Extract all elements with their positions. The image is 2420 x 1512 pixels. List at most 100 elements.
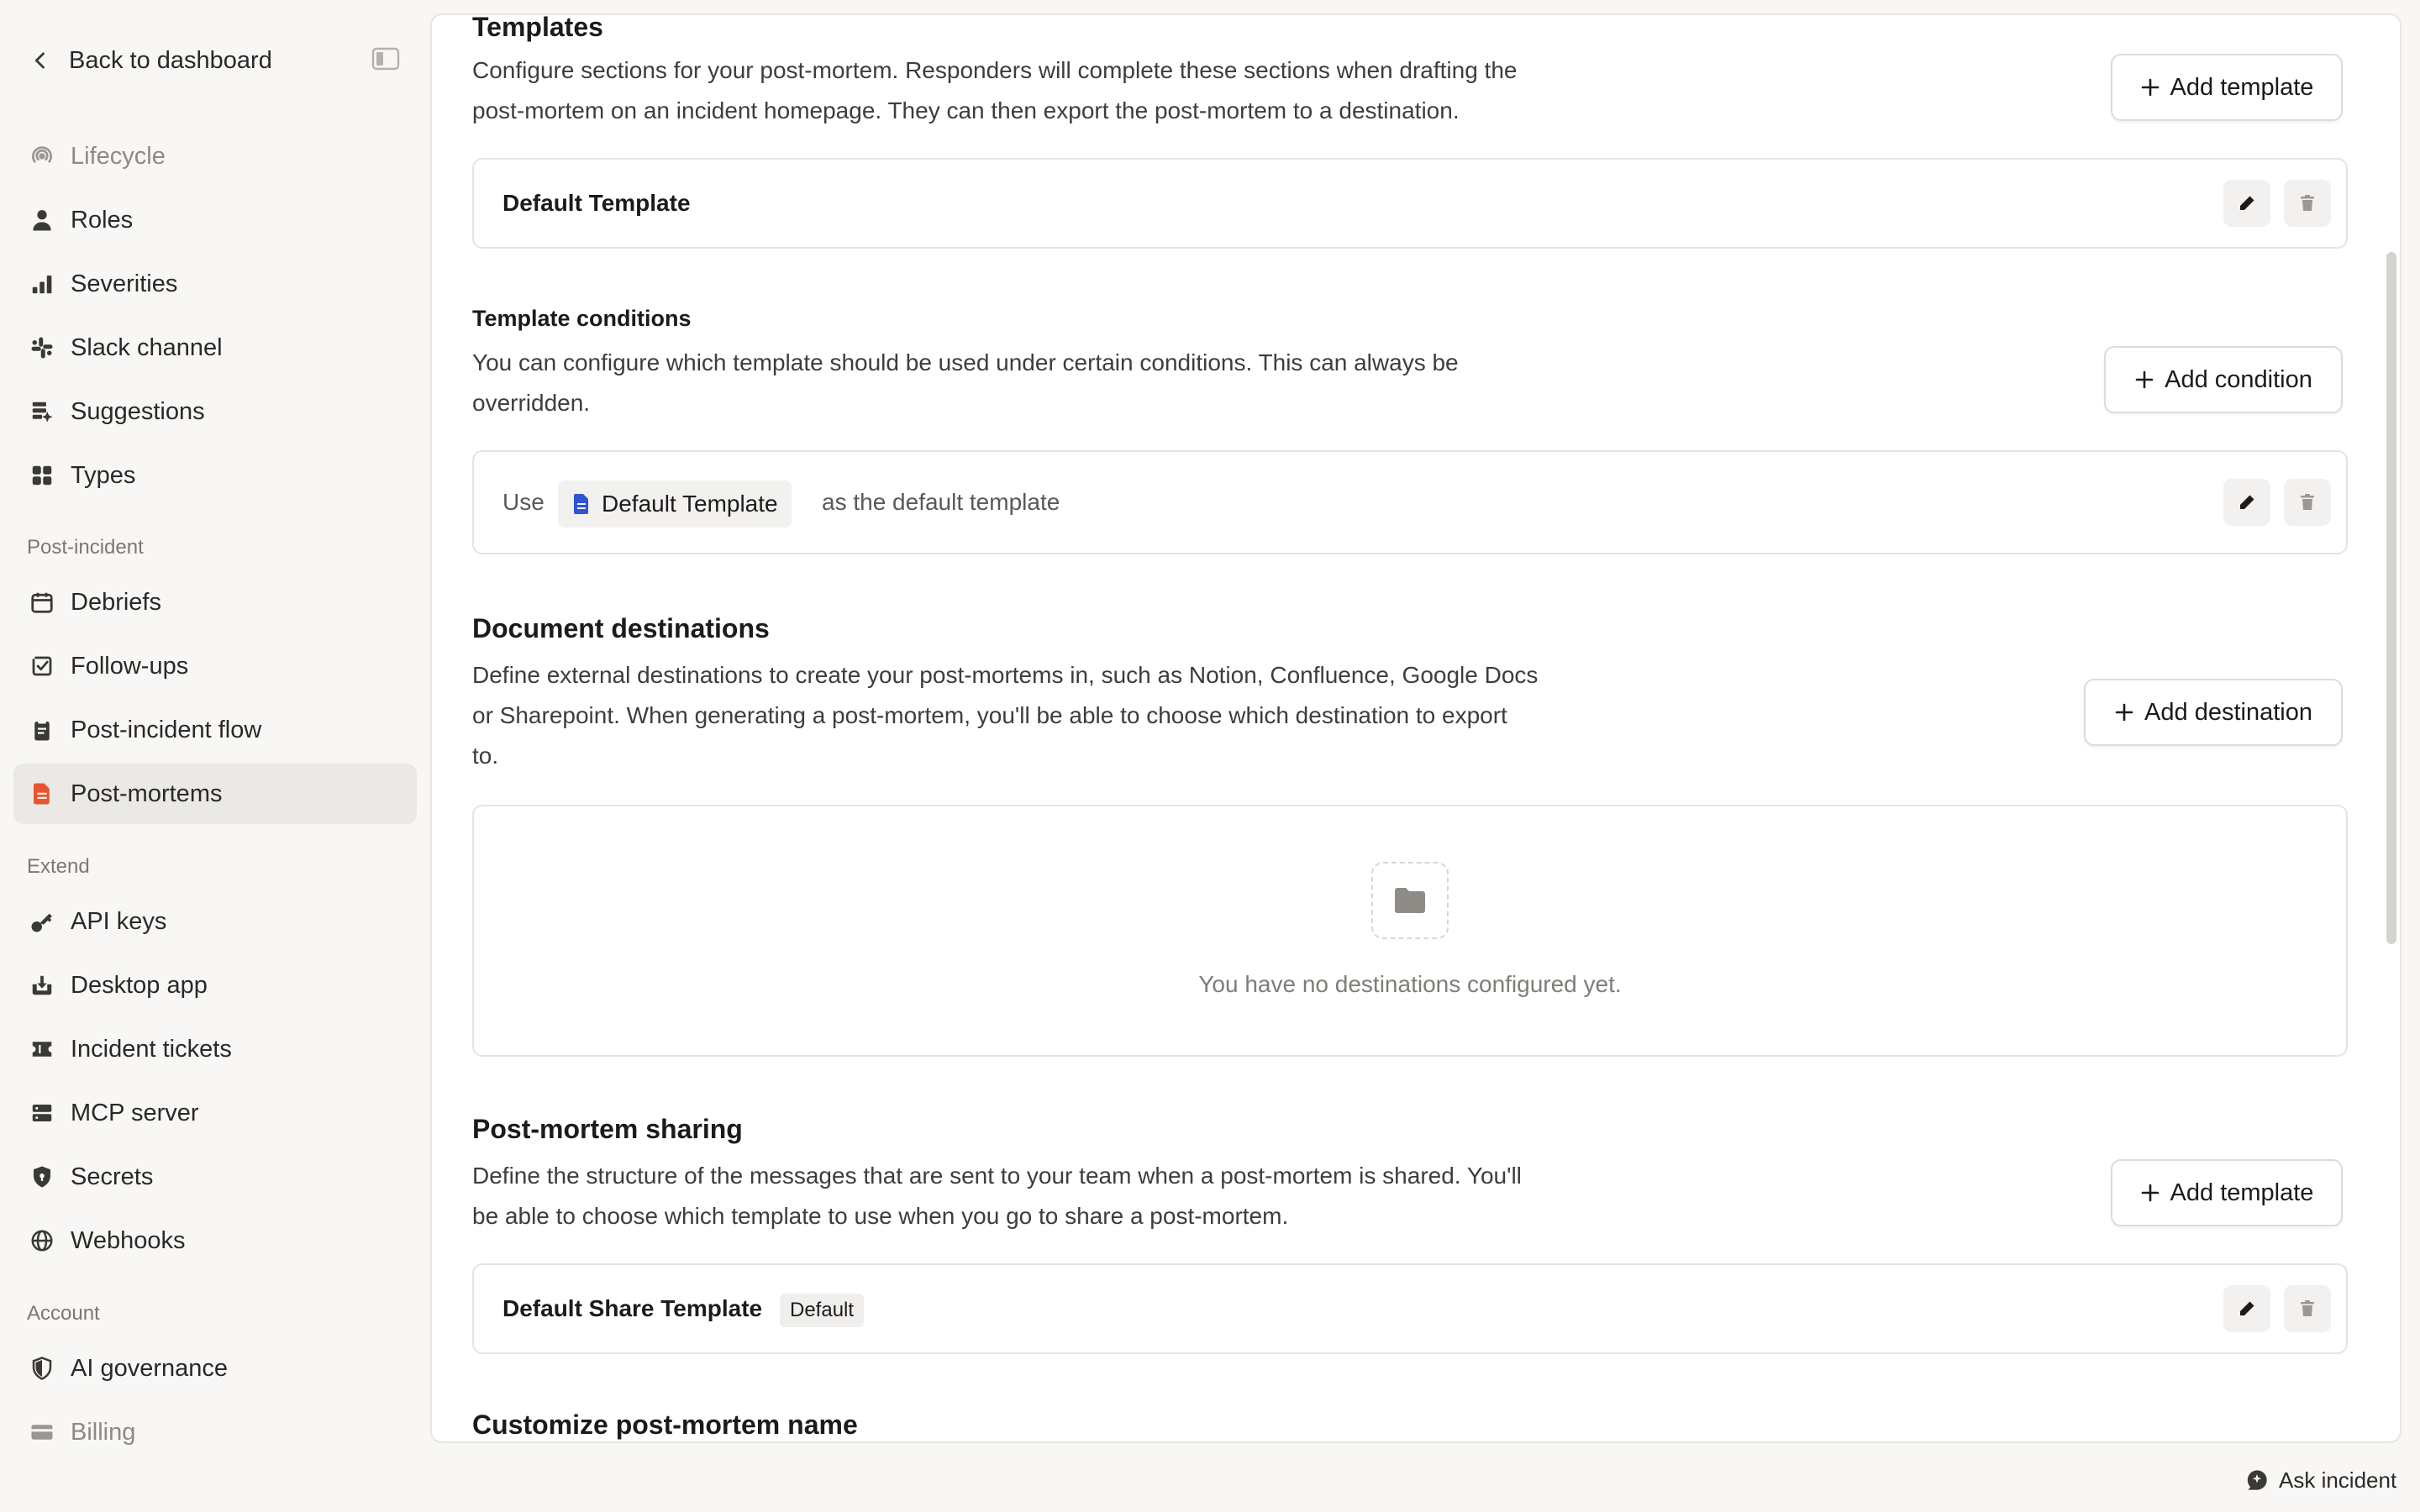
sidebar-item-label: Debriefs: [71, 588, 161, 616]
back-to-dashboard-link[interactable]: Back to dashboard: [29, 42, 272, 79]
sidebar-item-api-keys[interactable]: API keys: [13, 891, 417, 952]
check-square-icon: [29, 653, 55, 680]
sidebar-item-severities[interactable]: Severities: [13, 254, 417, 314]
delete-condition-button[interactable]: [2284, 479, 2331, 526]
edit-template-button[interactable]: [2223, 180, 2270, 227]
main-content: Templates Configure sections for your po…: [430, 13, 2402, 1443]
sidebar-item-suggestions[interactable]: Suggestions: [13, 381, 417, 442]
sidebar: Back to dashboard Lifecycle Roles Severi…: [0, 0, 430, 1512]
add-template-button[interactable]: Add template: [2111, 54, 2343, 121]
document-destinations-description: Define external destinations to create y…: [472, 662, 1539, 769]
trash-icon: [2301, 494, 2314, 510]
section-label-extend: Extend: [27, 855, 90, 878]
sidebar-item-desktop-app[interactable]: Desktop app: [13, 955, 417, 1016]
edit-share-template-button[interactable]: [2223, 1285, 2270, 1332]
shield-half-icon: [29, 1355, 55, 1382]
sidebar-item-label: AI governance: [71, 1354, 229, 1382]
sidebar-item-label: MCP server: [71, 1099, 199, 1126]
calendar-icon: [29, 589, 55, 616]
condition-suffix-label: as the default template: [822, 489, 1060, 515]
sidebar-item-billing[interactable]: Billing: [13, 1402, 417, 1462]
template-row[interactable]: Default Template: [472, 158, 2348, 249]
document-icon: [29, 780, 55, 807]
plus-icon: [2141, 78, 2159, 97]
sidebar-item-follow-ups[interactable]: Follow-ups: [13, 636, 417, 696]
lifecycle-icon: [29, 143, 55, 170]
sidebar-item-secrets[interactable]: Secrets: [13, 1147, 417, 1207]
folder-icon: [1371, 862, 1449, 939]
sidebar-item-label: Desktop app: [71, 971, 208, 999]
sidebar-item-label: Severities: [71, 270, 178, 297]
sidebar-item-slack-channel[interactable]: Slack channel: [13, 318, 417, 378]
sidebar-item-label: Slack channel: [71, 333, 223, 361]
template-conditions-heading: Template conditions: [472, 306, 692, 331]
plus-icon: [2135, 370, 2154, 389]
pencil-icon: [2240, 196, 2254, 210]
sidebar-item-label: Incident tickets: [71, 1035, 232, 1063]
destinations-empty-state: You have no destinations configured yet.: [472, 805, 2348, 1057]
condition-row[interactable]: Use Default Template as the default temp…: [472, 450, 2348, 554]
sidebar-item-label: Post-incident flow: [71, 716, 262, 743]
ticket-icon: [29, 1036, 55, 1063]
condition-use-label: Use: [502, 489, 544, 515]
sidebar-item-mcp-server[interactable]: MCP server: [13, 1083, 417, 1143]
sidebar-item-label: API keys: [71, 907, 167, 935]
key-icon: [29, 908, 55, 935]
post-mortem-sharing-heading: Post-mortem sharing: [472, 1114, 743, 1144]
server-icon: [29, 1100, 55, 1126]
default-badge: Default: [780, 1294, 865, 1327]
scrollbar[interactable]: [2383, 15, 2400, 1441]
pencil-icon: [2240, 1301, 2254, 1315]
delete-share-template-button[interactable]: [2284, 1285, 2331, 1332]
sidebar-item-ai-governance[interactable]: AI governance: [13, 1338, 417, 1399]
sidebar-item-label: Follow-ups: [71, 652, 189, 680]
clipboard-icon: [29, 717, 55, 743]
sidebar-item-label: Roles: [71, 206, 134, 234]
ask-incident-button[interactable]: Ask incident: [2245, 1463, 2396, 1497]
sidebar-item-post-mortems[interactable]: Post-mortems: [13, 764, 417, 824]
bars-icon: [29, 270, 55, 297]
add-condition-button[interactable]: Add condition: [2104, 346, 2343, 413]
share-template-row[interactable]: Default Share Template Default: [472, 1263, 2348, 1354]
sidebar-item-label: Lifecycle: [71, 142, 166, 170]
templates-heading: Templates: [472, 13, 603, 42]
sidebar-item-roles[interactable]: Roles: [13, 190, 417, 250]
plus-icon: [2115, 703, 2133, 722]
template-conditions-description: You can configure which template should …: [472, 349, 1459, 416]
slack-icon: [29, 334, 55, 361]
sidebar-item-post-incident-flow[interactable]: Post-incident flow: [13, 700, 417, 760]
scrollbar-thumb[interactable]: [2386, 252, 2396, 944]
add-destination-button[interactable]: Add destination: [2084, 679, 2343, 746]
sidebar-item-label: Types: [71, 461, 136, 489]
sidebar-item-lifecycle[interactable]: Lifecycle: [13, 126, 417, 186]
sidebar-collapse-icon[interactable]: [371, 47, 400, 71]
document-icon: [574, 494, 588, 514]
sidebar-item-webhooks[interactable]: Webhooks: [13, 1210, 417, 1271]
trash-icon: [2301, 1300, 2314, 1316]
chevron-left-icon: [34, 52, 45, 69]
back-to-dashboard-label: Back to dashboard: [69, 46, 272, 74]
delete-template-button[interactable]: [2284, 180, 2331, 227]
pencil-icon: [2240, 495, 2254, 509]
sidebar-item-types[interactable]: Types: [13, 445, 417, 506]
sidebar-item-label: Post-mortems: [71, 780, 223, 807]
suggestions-icon: [29, 398, 55, 425]
sidebar-item-incident-tickets[interactable]: Incident tickets: [13, 1019, 417, 1079]
sidebar-item-label: Secrets: [71, 1163, 154, 1190]
template-row-title: Default Template: [502, 190, 691, 216]
document-destinations-heading: Document destinations: [472, 613, 770, 643]
card-icon: [29, 1419, 55, 1446]
edit-condition-button[interactable]: [2223, 479, 2270, 526]
plus-icon: [2141, 1184, 2159, 1202]
share-template-row-title: Default Share Template: [502, 1295, 763, 1321]
add-share-template-button[interactable]: Add template: [2111, 1159, 2343, 1226]
sidebar-item-label: Billing: [71, 1418, 136, 1446]
chat-bubble-icon: [2247, 1470, 2267, 1490]
empty-state-text: You have no destinations configured yet.: [1198, 971, 1622, 997]
template-pill[interactable]: Default Template: [558, 480, 792, 528]
shield-lock-icon: [29, 1163, 55, 1190]
sidebar-item-debriefs[interactable]: Debriefs: [13, 572, 417, 633]
section-label-account: Account: [27, 1302, 100, 1325]
section-label-post-incident: Post-incident: [27, 536, 144, 559]
sidebar-item-label: Webhooks: [71, 1226, 186, 1254]
